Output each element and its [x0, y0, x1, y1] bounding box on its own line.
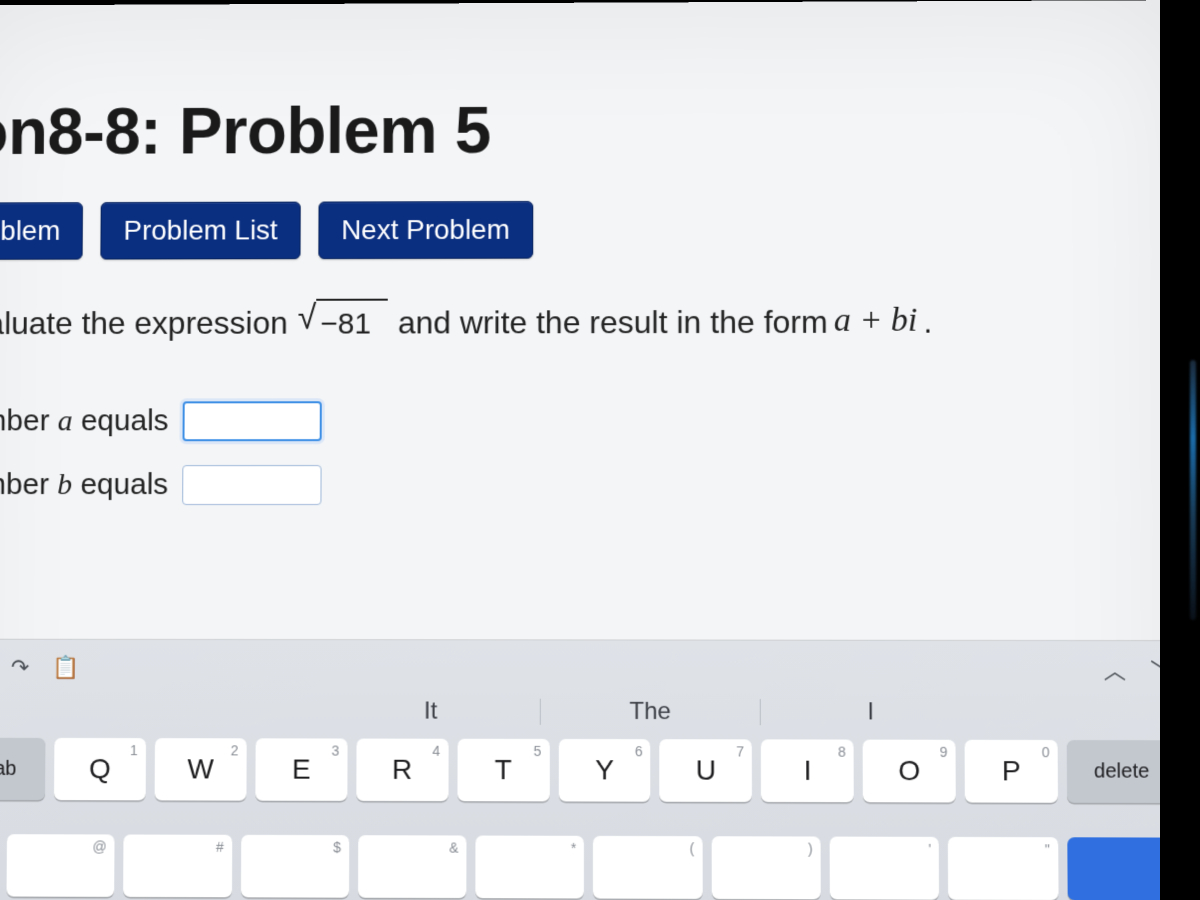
key-i[interactable]: 8I — [761, 739, 854, 802]
complex-form: a + bi — [834, 296, 918, 345]
statement-period: . — [923, 299, 932, 345]
suggestion-1[interactable]: It — [346, 697, 516, 725]
key-dollar[interactable]: $ — [241, 835, 350, 898]
statement-after: and write the result in the form — [398, 299, 828, 346]
key-hash[interactable]: # — [123, 835, 231, 898]
label-a-prefix: number — [0, 405, 50, 438]
redo-icon[interactable]: ↷ — [6, 654, 34, 682]
key-rparen[interactable]: ) — [711, 836, 820, 899]
label-b-suffix: equals — [80, 468, 168, 501]
chevron-up-icon[interactable]: ︿ — [1101, 655, 1130, 683]
previous-problem-button[interactable]: Problem — [0, 202, 83, 260]
page-title: ion8-8: Problem 5 — [0, 60, 1166, 199]
label-a-suffix: equals — [81, 405, 169, 438]
key-o[interactable]: 9O — [863, 740, 956, 803]
key-e[interactable]: 3E — [255, 738, 347, 801]
key-apos[interactable]: ' — [830, 837, 940, 900]
label-b-prefix: number — [0, 468, 49, 501]
next-problem-button[interactable]: Next Problem — [318, 201, 533, 259]
label-a: number a equals — [0, 405, 169, 439]
label-b-var: b — [57, 468, 72, 501]
sqrt-expression: √ −81 — [298, 298, 388, 345]
suggestion-2[interactable]: The — [565, 698, 736, 727]
radicand: −81 — [316, 298, 388, 345]
bezel — [1160, 0, 1200, 900]
key-amp[interactable]: & — [358, 835, 467, 898]
label-b: number b equals — [0, 468, 168, 502]
statement-lead: Evaluate the expression — [0, 300, 288, 347]
suggestion-separator — [760, 699, 761, 725]
key-tab[interactable]: tab — [0, 738, 46, 800]
problem-nav: Problem Problem List Next Problem — [0, 195, 1167, 289]
key-at[interactable]: @ — [7, 834, 115, 897]
key-y[interactable]: 6Y — [558, 739, 650, 802]
radical-symbol-icon: √ — [298, 301, 317, 335]
key-q[interactable]: 1Q — [54, 738, 146, 800]
key-t[interactable]: 5T — [457, 739, 549, 802]
suggestion-separator — [540, 699, 541, 725]
key-p[interactable]: 0P — [965, 740, 1058, 803]
key-u[interactable]: 7U — [660, 739, 753, 802]
onscreen-keyboard: ↶ ↷ 📋 ︿ ﹀ G It The I — [0, 640, 1192, 900]
key-lparen[interactable]: ( — [593, 836, 702, 899]
key-star[interactable]: * — [476, 836, 585, 899]
problem-statement: Evaluate the expression √ −81 and write … — [0, 295, 1167, 346]
key-r[interactable]: 4R — [356, 739, 448, 802]
key-quote[interactable]: " — [948, 837, 1058, 900]
clipboard-icon[interactable]: 📋 — [52, 654, 80, 682]
key-w[interactable]: 2W — [155, 738, 247, 801]
label-a-var: a — [58, 405, 73, 438]
problem-list-button[interactable]: Problem List — [101, 202, 301, 260]
input-b[interactable] — [182, 465, 321, 505]
input-a[interactable] — [182, 402, 321, 442]
suggestion-3[interactable]: I — [785, 698, 957, 727]
